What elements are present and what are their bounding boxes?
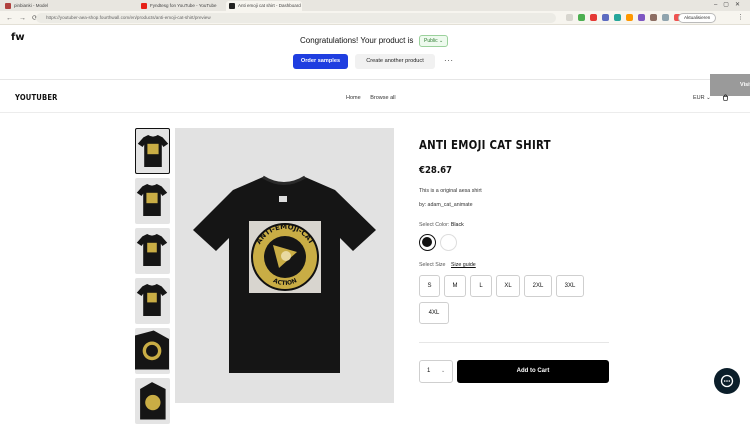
browser-tab-active[interactable]: Anti emoji cat shirt - Dashboard bbox=[226, 1, 302, 11]
more-options-icon[interactable]: ··· bbox=[444, 56, 454, 65]
extension-icon[interactable] bbox=[626, 14, 633, 21]
product-description: This is a original aesa shirt bbox=[419, 188, 482, 194]
nav-home-link[interactable]: Home bbox=[346, 95, 361, 101]
currency-label: EUR bbox=[693, 95, 705, 101]
order-samples-button[interactable]: Order samples bbox=[293, 54, 348, 69]
star-icon[interactable] bbox=[566, 14, 573, 21]
chevron-down-icon: ⌄ bbox=[706, 95, 711, 101]
color-label: Select Color: Black bbox=[419, 222, 464, 228]
product-main-image[interactable]: ANTI-EMOJI-CAT ACTION bbox=[175, 128, 394, 403]
status-badge: Public bbox=[424, 38, 438, 44]
public-status-dropdown[interactable]: Public ⌄ bbox=[419, 35, 449, 47]
tshirt-image: ANTI-EMOJI-CAT ACTION bbox=[193, 175, 376, 373]
selected-color-value: Black bbox=[450, 222, 464, 228]
thumbnail-front[interactable] bbox=[135, 128, 170, 174]
size-button-2xl[interactable]: 2XL bbox=[524, 275, 552, 297]
tshirt-thumbnail-icon bbox=[136, 284, 168, 316]
fourthwall-logo[interactable]: fw bbox=[11, 32, 25, 43]
color-swatch-white[interactable] bbox=[440, 234, 457, 251]
tshirt-folded-icon bbox=[140, 382, 166, 420]
quantity-select[interactable]: 1 bbox=[419, 360, 453, 383]
browser-tab[interactable]: Fyndtesg fon YouTube - YouTube bbox=[138, 1, 222, 11]
extension-icon[interactable] bbox=[590, 14, 597, 21]
browser-menu-icon[interactable]: ⋮ bbox=[737, 13, 744, 21]
size-guide-link[interactable]: Size guide bbox=[451, 262, 476, 268]
nav-browse-all-link[interactable]: Browse all bbox=[370, 95, 395, 101]
profile-button[interactable]: Aktualisieren bbox=[678, 13, 717, 23]
thumbnail-front-3[interactable] bbox=[135, 228, 170, 274]
extension-icon[interactable] bbox=[602, 14, 609, 21]
extension-icon[interactable] bbox=[614, 14, 621, 21]
tab-label: Fyndtesg fon YouTube - YouTube bbox=[150, 3, 217, 8]
product-price: €28.67 bbox=[419, 165, 453, 176]
tshirt-thumbnail-icon bbox=[136, 234, 168, 266]
product-author: by: adam_cat_animate bbox=[419, 202, 473, 208]
shop-nav: Home Browse all bbox=[346, 95, 404, 101]
tab-label: Anti emoji cat shirt - Dashboard bbox=[238, 3, 301, 8]
window-controls[interactable]: –▢✕ bbox=[714, 1, 746, 8]
size-label: Select Size bbox=[419, 262, 446, 268]
fourthwall-icon bbox=[229, 3, 235, 9]
size-button-xl[interactable]: XL bbox=[496, 275, 520, 297]
add-to-cart-button[interactable]: Add to Cart bbox=[457, 360, 609, 383]
currency-selector[interactable]: EUR ⌄ bbox=[693, 95, 711, 101]
extension-icon[interactable] bbox=[638, 14, 645, 21]
tshirt-thumbnail-icon bbox=[137, 135, 169, 167]
tab-favicon-icon bbox=[5, 3, 11, 9]
thumbnail-closeup[interactable] bbox=[135, 328, 170, 374]
size-button-s[interactable]: S bbox=[419, 275, 440, 297]
color-swatch-black[interactable] bbox=[419, 234, 436, 251]
chevron-down-icon: ⌄ bbox=[441, 368, 446, 374]
creator-bar: fw Congratulations! Your product is Publ… bbox=[0, 25, 750, 96]
address-bar: ←→⟳ https://youtuber-aea-shop.fourthwall… bbox=[0, 11, 750, 25]
browser-tab-bar: pinbianki - Model Fyndtesg fon YouTube -… bbox=[0, 0, 750, 11]
create-another-product-button[interactable]: Create another product bbox=[355, 54, 435, 69]
extension-icon[interactable] bbox=[662, 14, 669, 21]
shop-logo[interactable]: YOUTUBER bbox=[15, 93, 58, 102]
tshirt-closeup-icon bbox=[135, 330, 169, 370]
tab-label: pinbianki - Model bbox=[14, 3, 49, 8]
thumbnail-folded[interactable] bbox=[135, 378, 170, 424]
shirt-label bbox=[279, 196, 287, 202]
thumbnail-front-4[interactable] bbox=[135, 278, 170, 324]
chevron-down-icon: ⌄ bbox=[439, 38, 444, 44]
color-label-text: Select Color: bbox=[419, 222, 450, 228]
congrats-message: Congratulations! Your product is bbox=[300, 36, 414, 45]
thumbnail-gallery bbox=[135, 128, 171, 428]
extension-icon[interactable] bbox=[578, 14, 585, 21]
url-field[interactable]: https://youtuber-aea-shop.fourthwall.com… bbox=[36, 13, 556, 23]
size-button-m[interactable]: M bbox=[444, 275, 466, 297]
size-button-3xl[interactable]: 3XL bbox=[556, 275, 584, 297]
shop-header: YOUTUBER Home Browse all EUR ⌄ bbox=[0, 81, 750, 113]
product-title: ANTI EMOJI CAT SHIRT bbox=[419, 138, 551, 152]
youtube-icon bbox=[141, 3, 147, 9]
divider bbox=[419, 342, 609, 343]
chat-icon bbox=[720, 374, 734, 388]
thumbnail-front-2[interactable] bbox=[135, 178, 170, 224]
extension-icons bbox=[566, 14, 681, 21]
chat-widget-button[interactable] bbox=[714, 368, 740, 394]
browser-tab[interactable]: pinbianki - Model bbox=[2, 1, 70, 11]
extension-icon[interactable] bbox=[650, 14, 657, 21]
size-button-l[interactable]: L bbox=[470, 275, 492, 297]
size-button-4xl[interactable]: 4XL bbox=[419, 302, 449, 324]
shopping-bag-icon[interactable] bbox=[722, 94, 729, 101]
tshirt-thumbnail-icon bbox=[136, 184, 168, 216]
